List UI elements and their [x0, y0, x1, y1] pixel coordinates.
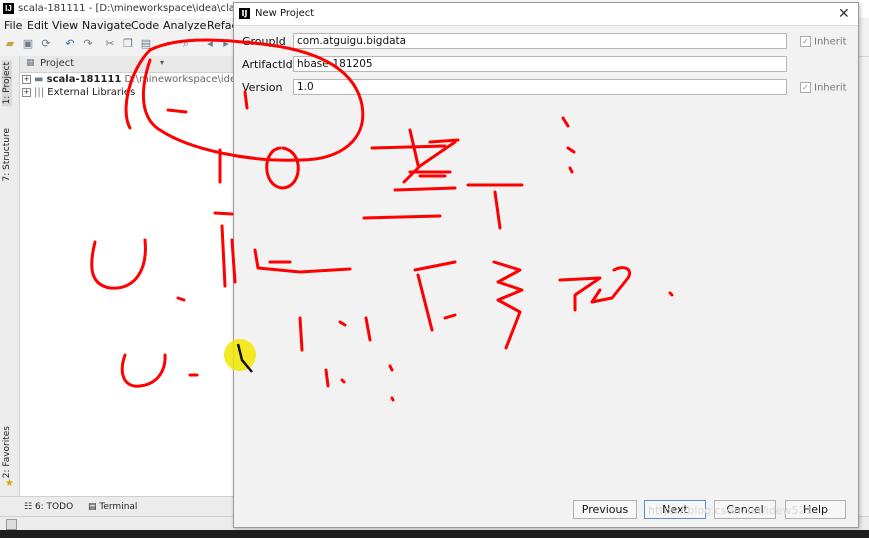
intellij-logo-icon: IJ [3, 3, 14, 14]
intellij-logo-icon: IJ [239, 8, 250, 19]
ide-window-title: scala-181111 - [D:\mineworkspace\idea\cl… [18, 3, 270, 14]
terminal-label: Terminal [99, 502, 138, 512]
library-icon: ||| [34, 87, 45, 98]
save-icon[interactable]: ▣ [22, 38, 34, 50]
favorites-star-icon: ★ [5, 478, 14, 489]
new-project-dialog: IJ New Project ✕ GroupId ✓Inherit Artifa… [233, 2, 859, 528]
sync-icon[interactable]: ⟳ [40, 38, 52, 50]
copy-icon[interactable]: ❐ [122, 38, 134, 50]
menu-analyze[interactable]: Analyze [163, 19, 206, 32]
groupid-inherit-checkbox[interactable]: ✓ Inherit [800, 36, 847, 48]
chevron-down-icon[interactable]: ▾ [160, 58, 164, 67]
tab-favorites[interactable]: 2: Favorites [2, 426, 12, 478]
groupid-inherit-label: Inherit [814, 36, 847, 48]
close-icon[interactable]: ✕ [838, 6, 850, 22]
external-libraries-label: External Libraries [47, 87, 136, 98]
paste-icon[interactable]: ▤ [140, 38, 152, 50]
replace-icon[interactable]: ⌕ [180, 38, 192, 50]
cut-icon[interactable]: ✂ [104, 38, 116, 50]
left-tool-stripe: 1: Project 7: Structure 2: Favorites ★ [0, 56, 20, 496]
menu-view[interactable]: View [52, 19, 78, 32]
previous-button[interactable]: Previous [573, 500, 637, 519]
project-root-name: scala-181111 [46, 74, 122, 85]
expand-icon[interactable]: + [22, 74, 31, 84]
menu-file[interactable]: File [4, 19, 22, 32]
checkbox-icon[interactable]: ✓ [800, 82, 811, 93]
artifactid-label: ArtifactId [242, 58, 293, 71]
bottom-tool-bar: ☷ 6: TODO ▤ Terminal [0, 496, 233, 517]
project-panel-title[interactable]: Project [40, 58, 74, 69]
menu-navigate[interactable]: Navigate [82, 19, 131, 32]
tab-terminal[interactable]: ▤ Terminal [88, 502, 137, 512]
undo-icon[interactable]: ↶ [64, 38, 76, 50]
groupid-input[interactable] [293, 33, 787, 49]
version-label: Version [242, 81, 283, 94]
project-panel-header: ▦ Project ▾ [20, 56, 233, 73]
project-root-path: D:\mineworkspace\idea [124, 74, 243, 85]
tree-item-project-root[interactable]: + ▬ scala-181111 D:\mineworkspace\idea [22, 74, 242, 87]
find-icon[interactable]: ⌕ [162, 38, 174, 50]
version-inherit-label: Inherit [814, 82, 847, 94]
artifactid-input[interactable] [293, 56, 787, 72]
version-inherit-checkbox[interactable]: ✓ Inherit [800, 82, 847, 94]
tab-structure[interactable]: 7: Structure [2, 128, 12, 182]
version-input[interactable] [293, 79, 787, 95]
forward-icon[interactable]: ▸ [220, 38, 232, 50]
redo-icon[interactable]: ↷ [82, 38, 94, 50]
groupid-label: GroupId [242, 35, 286, 48]
module-folder-icon: ▬ [34, 74, 47, 85]
status-toggle-icon[interactable] [6, 519, 17, 530]
checkbox-icon[interactable]: ✓ [800, 36, 811, 47]
dialog-title: New Project [255, 8, 315, 19]
project-view-icon: ▦ [26, 58, 35, 68]
project-tool-window: ▦ Project ▾ + ▬ scala-181111 D:\mineworks… [20, 56, 242, 496]
menu-code[interactable]: Code [131, 19, 159, 32]
tab-todo[interactable]: ☷ 6: TODO [24, 502, 73, 512]
watermark: https://blog.csdn.net/idew521 [648, 504, 813, 517]
tab-project[interactable]: 1: Project [2, 60, 12, 107]
expand-icon[interactable]: + [22, 87, 31, 97]
menu-edit[interactable]: Edit [27, 19, 48, 32]
os-taskbar [0, 530, 869, 538]
tree-item-external-libraries[interactable]: + ||| External Libraries [22, 87, 135, 100]
todo-label: 6: TODO [34, 502, 74, 512]
back-icon[interactable]: ◂ [204, 38, 216, 50]
open-folder-icon[interactable]: ▰ [4, 38, 16, 50]
dialog-title-bar: IJ New Project ✕ [234, 3, 858, 26]
